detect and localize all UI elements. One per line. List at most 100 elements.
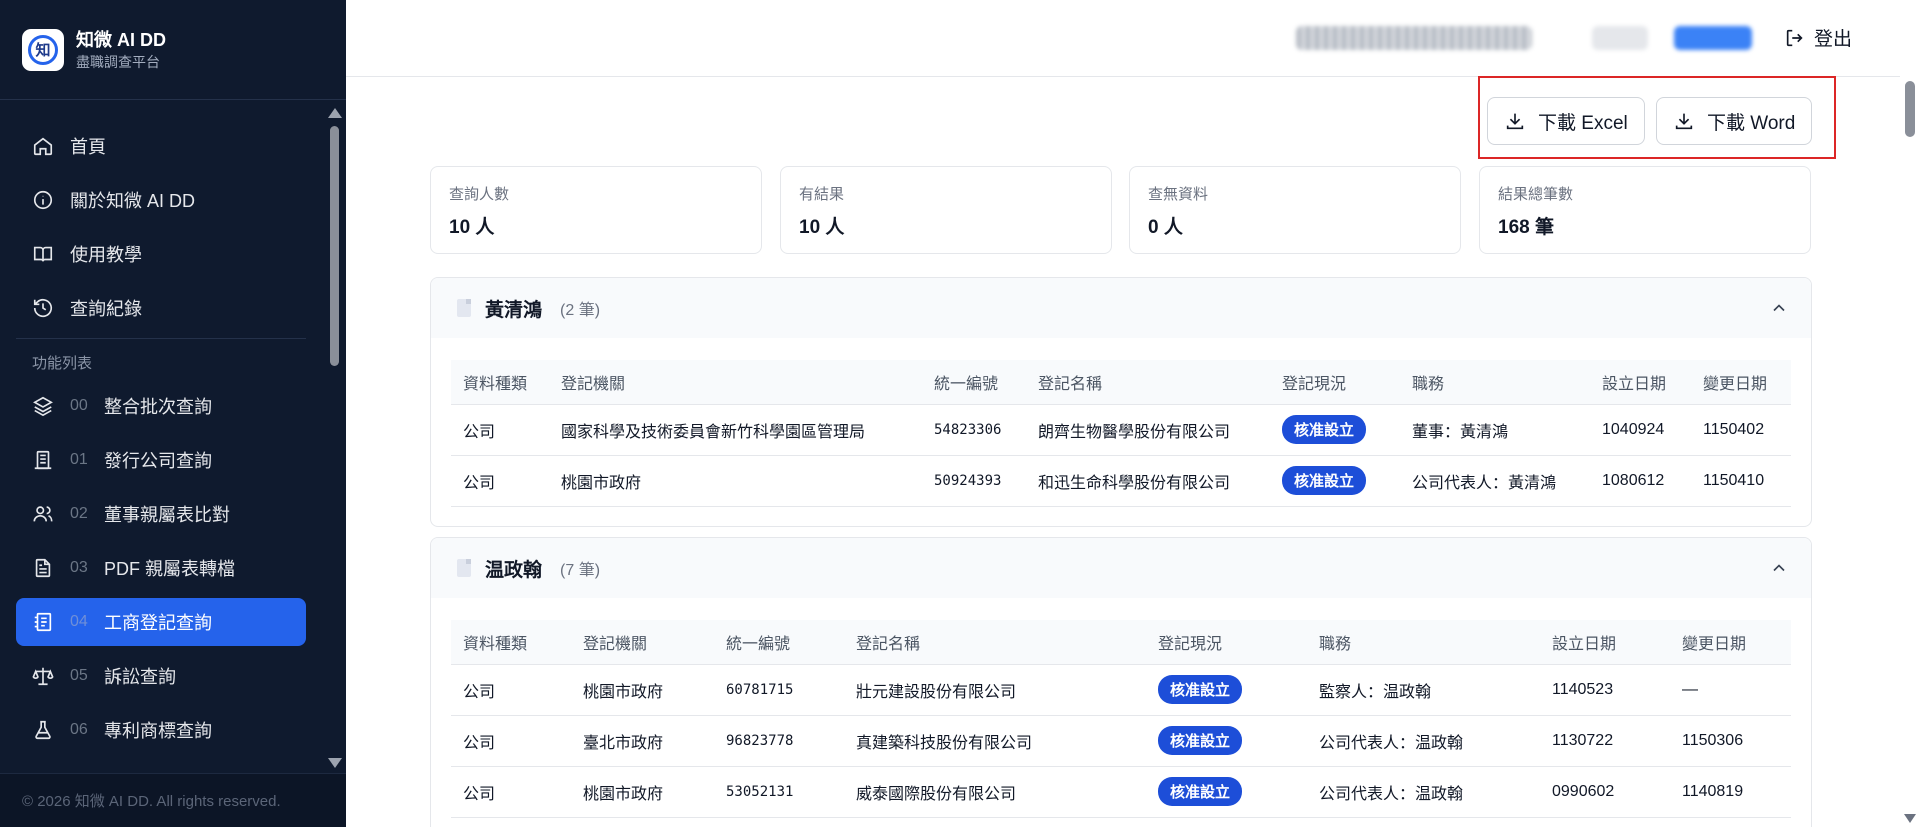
- scroll-down-icon[interactable]: [328, 758, 342, 768]
- sidebar-item-label: 工商登記查詢: [104, 613, 212, 633]
- flask-icon: [35, 720, 51, 740]
- table-row: 公司 臺北市政府 96823778 真建築科技股份有限公司 核准設立 公司代表人…: [451, 715, 1791, 767]
- download-icon: [1506, 113, 1524, 130]
- sidebar-item-director-compare[interactable]: 02 董事親屬表比對: [16, 490, 306, 538]
- logo-char: 知: [35, 42, 51, 59]
- table-row: 公司 桃園市政府 60781715 壯元建設股份有限公司 核准設立 監察人：温政…: [451, 664, 1791, 716]
- person-name: 黃清鴻: [485, 299, 543, 321]
- sidebar-item-label: PDF 親屬表轉檔: [104, 559, 236, 579]
- sidebar-item-label: 首頁: [70, 137, 106, 157]
- sidebar-item-label: 訴訟查詢: [104, 667, 176, 687]
- cell-company-name: 壯元建設股份有限公司: [844, 664, 1146, 716]
- brand-subtitle: 盡職調查平台: [76, 53, 160, 70]
- cell-authority: 臺北市政府: [571, 715, 714, 767]
- users-icon: [33, 506, 53, 522]
- feature-number: 02: [70, 505, 88, 522]
- sidebar-item-label: 發行公司查詢: [104, 451, 212, 471]
- sidebar-item-issuer-query[interactable]: 01 發行公司查詢: [16, 436, 306, 484]
- cell-position: 公司代表人：黃清鴻: [1400, 455, 1590, 507]
- cell-authority: 國家科學及技術委員會新竹科學園區管理局: [549, 404, 922, 456]
- sidebar-nav: 首頁 關於知微 AI DD 使用教學 查詢紀錄 功能列表 00 整合批次查詢 0…: [0, 100, 346, 772]
- chevron-up-icon[interactable]: [1769, 558, 1789, 578]
- cell-established-date: 0990602: [1540, 766, 1670, 818]
- cell-changed-date: 1150306: [1670, 715, 1791, 767]
- cell-authority: 桃園市政府: [549, 455, 922, 507]
- sidebar-item-label: 整合批次查詢: [104, 397, 212, 417]
- cell-tax-id: 50924393: [922, 455, 1026, 507]
- user-role-redacted: [1592, 26, 1648, 50]
- stat-card-has-results: 有結果 10 人: [780, 166, 1112, 254]
- stat-value: 168 筆: [1498, 217, 1554, 238]
- feature-number: 05: [70, 667, 88, 684]
- document-icon: [457, 559, 471, 577]
- scroll-down-icon[interactable]: [1904, 814, 1916, 823]
- sidebar-item-label: 關於知微 AI DD: [70, 191, 196, 211]
- sidebar-item-patent-trademark[interactable]: 06 專利商標查詢: [16, 706, 306, 754]
- cell-changed-date: 1140819: [1670, 766, 1791, 818]
- stat-label: 有結果: [799, 186, 845, 203]
- column-header: 登記名稱: [1026, 360, 1270, 405]
- stat-value: 10 人: [799, 217, 845, 238]
- card-header[interactable]: 黃清鴻 (2 筆): [431, 278, 1811, 338]
- cell-established-date: 1040924: [1590, 404, 1691, 456]
- table-row: 公司 國家科學及技術委員會新竹科學園區管理局 54823306 朗齊生物醫學股份…: [451, 404, 1791, 456]
- document-icon: [457, 299, 471, 317]
- cell-established-date: 1140523: [1540, 664, 1670, 716]
- download-excel-button[interactable]: 下載 Excel: [1487, 97, 1645, 145]
- cell-position: 公司代表人：温政翰: [1307, 715, 1540, 767]
- stat-card-no-data: 查無資料 0 人: [1129, 166, 1461, 254]
- cell-tax-id: 60781715: [714, 664, 844, 716]
- cell-status: 核准設立: [1270, 404, 1400, 456]
- sidebar-item-about[interactable]: 關於知微 AI DD: [16, 176, 306, 224]
- sidebar-item-tutorial[interactable]: 使用教學: [16, 230, 306, 278]
- main-content: 下載 Excel 下載 Word 查詢人數 10 人 有結果 10 人 查無資料…: [346, 76, 1900, 827]
- status-badge: 核准設立: [1158, 777, 1243, 806]
- sidebar-item-business-registry[interactable]: 04 工商登記查詢: [16, 598, 306, 646]
- registry-table: 資料種類 登記機關 統一編號 登記名稱 登記現況 職務 設立日期 變更日期 公司…: [451, 360, 1791, 507]
- topbar: 登出: [346, 0, 1900, 77]
- cell-authority: 桃園市政府: [571, 766, 714, 818]
- sidebar-scrollbar[interactable]: [326, 104, 342, 770]
- scrollbar-thumb[interactable]: [330, 126, 339, 366]
- cell-type: 公司: [451, 715, 571, 767]
- chevron-up-icon[interactable]: [1769, 298, 1789, 318]
- cell-changed-date: 1150402: [1691, 404, 1791, 456]
- stat-card-total-records: 結果總筆數 168 筆: [1479, 166, 1811, 254]
- column-header: 登記現況: [1270, 360, 1400, 405]
- cell-established-date: 1130722: [1540, 715, 1670, 767]
- status-badge: 核准設立: [1158, 726, 1243, 755]
- cell-status: 核准設立: [1146, 715, 1307, 767]
- card-header[interactable]: 温政翰 (7 筆): [431, 538, 1811, 598]
- cell-status: 核准設立: [1270, 455, 1400, 507]
- sidebar-item-home[interactable]: 首頁: [16, 122, 306, 170]
- sidebar-item-history[interactable]: 查詢紀錄: [16, 284, 306, 332]
- registry-icon: [34, 612, 52, 632]
- sidebar: 知 知微 AI DD 盡職調查平台 首頁 關於知微 AI DD 使用教學 查詢紀…: [0, 0, 346, 827]
- table-row: 公司 桃園市政府 53052131 威泰國際股份有限公司 核准設立 公司代表人：…: [451, 766, 1791, 818]
- record-count: (2 筆): [560, 302, 601, 319]
- logout-button[interactable]: 登出: [1784, 24, 1852, 51]
- logout-icon: [1786, 29, 1803, 46]
- page-scrollbar[interactable]: [1900, 77, 1920, 827]
- sidebar-item-label: 董事親屬表比對: [104, 505, 230, 525]
- cell-company-name: 和迅生命科學股份有限公司: [1026, 455, 1270, 507]
- sidebar-item-label: 查詢紀錄: [70, 299, 142, 319]
- cell-type: 公司: [451, 766, 571, 818]
- cell-position: 董事：黃清鴻: [1400, 404, 1590, 456]
- sidebar-item-pdf-convert[interactable]: 03 PDF 親屬表轉檔: [16, 544, 306, 592]
- scroll-up-icon[interactable]: [328, 108, 342, 118]
- feature-number: 04: [70, 613, 88, 630]
- logo-magnifier-icon: 知: [28, 34, 58, 65]
- logout-label: 登出: [1814, 29, 1853, 50]
- building-icon: [34, 450, 52, 470]
- stat-label: 查無資料: [1148, 186, 1209, 203]
- scrollbar-thumb[interactable]: [1905, 81, 1915, 137]
- cell-company-name: 威泰國際股份有限公司: [844, 766, 1146, 818]
- sidebar-item-litigation[interactable]: 05 訴訟查詢: [16, 652, 306, 700]
- download-word-button[interactable]: 下載 Word: [1656, 97, 1813, 145]
- user-badge-redacted: [1674, 26, 1752, 50]
- sidebar-item-batch-query[interactable]: 00 整合批次查詢: [16, 382, 306, 430]
- registry-table: 資料種類 登記機關 統一編號 登記名稱 登記現況 職務 設立日期 變更日期 公司…: [451, 620, 1791, 818]
- record-count: (7 筆): [560, 562, 601, 579]
- download-excel-label: 下載 Excel: [1538, 112, 1628, 134]
